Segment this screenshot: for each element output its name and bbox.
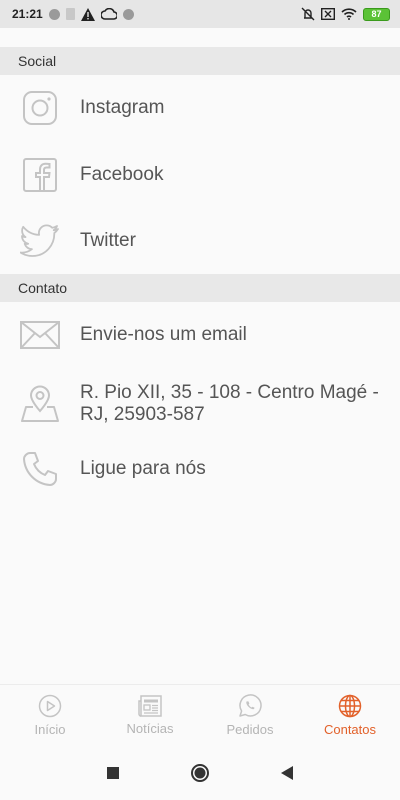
contact-item-label: R. Pio XII, 35 - 108 - Centro Magé - RJ,… (80, 382, 379, 425)
warning-icon (80, 7, 95, 21)
top-spacer (0, 28, 400, 46)
social-item-twitter[interactable]: Twitter (0, 213, 400, 269)
nav-item-pedidos[interactable]: Pedidos (200, 685, 300, 746)
contact-item-label: Ligue para nós (80, 458, 206, 479)
nav-item-noticias[interactable]: Notícias (100, 685, 200, 746)
map-pin-icon (0, 385, 80, 423)
cloud-icon (100, 8, 117, 20)
nav-item-inicio[interactable]: Início (0, 685, 100, 746)
contact-item-label: Envie-nos um email (80, 324, 247, 345)
play-circle-icon (38, 694, 62, 718)
social-item-label: Facebook (80, 164, 164, 185)
nav-item-label: Notícias (126, 721, 174, 736)
wifi-icon (341, 8, 357, 20)
no-sim-icon (321, 8, 335, 20)
social-item-facebook[interactable]: Facebook (0, 147, 400, 203)
section-header-contato: Contato (0, 274, 400, 302)
notification-dot-icon (122, 8, 134, 20)
back-icon[interactable] (280, 765, 294, 781)
battery-indicator: 87 (363, 7, 390, 21)
contact-item-address[interactable]: R. Pio XII, 35 - 108 - Centro Magé - RJ,… (0, 376, 400, 432)
recent-apps-icon[interactable] (106, 766, 120, 780)
contact-item-email[interactable]: Envie-nos um email (0, 307, 400, 363)
sim-card-icon (65, 8, 75, 20)
nav-item-label: Pedidos (226, 722, 274, 737)
notification-dot-icon (48, 8, 60, 20)
twitter-icon (0, 224, 80, 258)
globe-icon (338, 694, 362, 718)
envelope-icon (0, 321, 80, 349)
nav-item-contatos[interactable]: Contatos (300, 685, 400, 746)
status-bar-right: 87 (301, 7, 390, 21)
social-item-label: Instagram (80, 97, 165, 118)
contact-item-phone[interactable]: Ligue para nós (0, 441, 400, 497)
status-bar: 21:21 87 (0, 0, 400, 28)
status-time: 21:21 (12, 7, 43, 21)
instagram-icon (0, 90, 80, 126)
social-item-instagram[interactable]: Instagram (0, 80, 400, 136)
alarm-off-icon (301, 7, 315, 21)
nav-item-label: Contatos (323, 722, 377, 737)
phone-icon (0, 451, 80, 487)
status-bar-left: 21:21 (12, 7, 134, 21)
home-icon[interactable] (190, 763, 210, 783)
nav-item-label: Início (34, 722, 66, 737)
bottom-navigation: Início Notícias Pedidos Contatos (0, 684, 400, 746)
facebook-icon (0, 158, 80, 192)
system-navigation-bar (0, 746, 400, 800)
whatsapp-icon (239, 694, 262, 717)
newspaper-icon (138, 695, 162, 717)
section-header-social: Social (0, 47, 400, 75)
social-item-label: Twitter (80, 230, 136, 251)
